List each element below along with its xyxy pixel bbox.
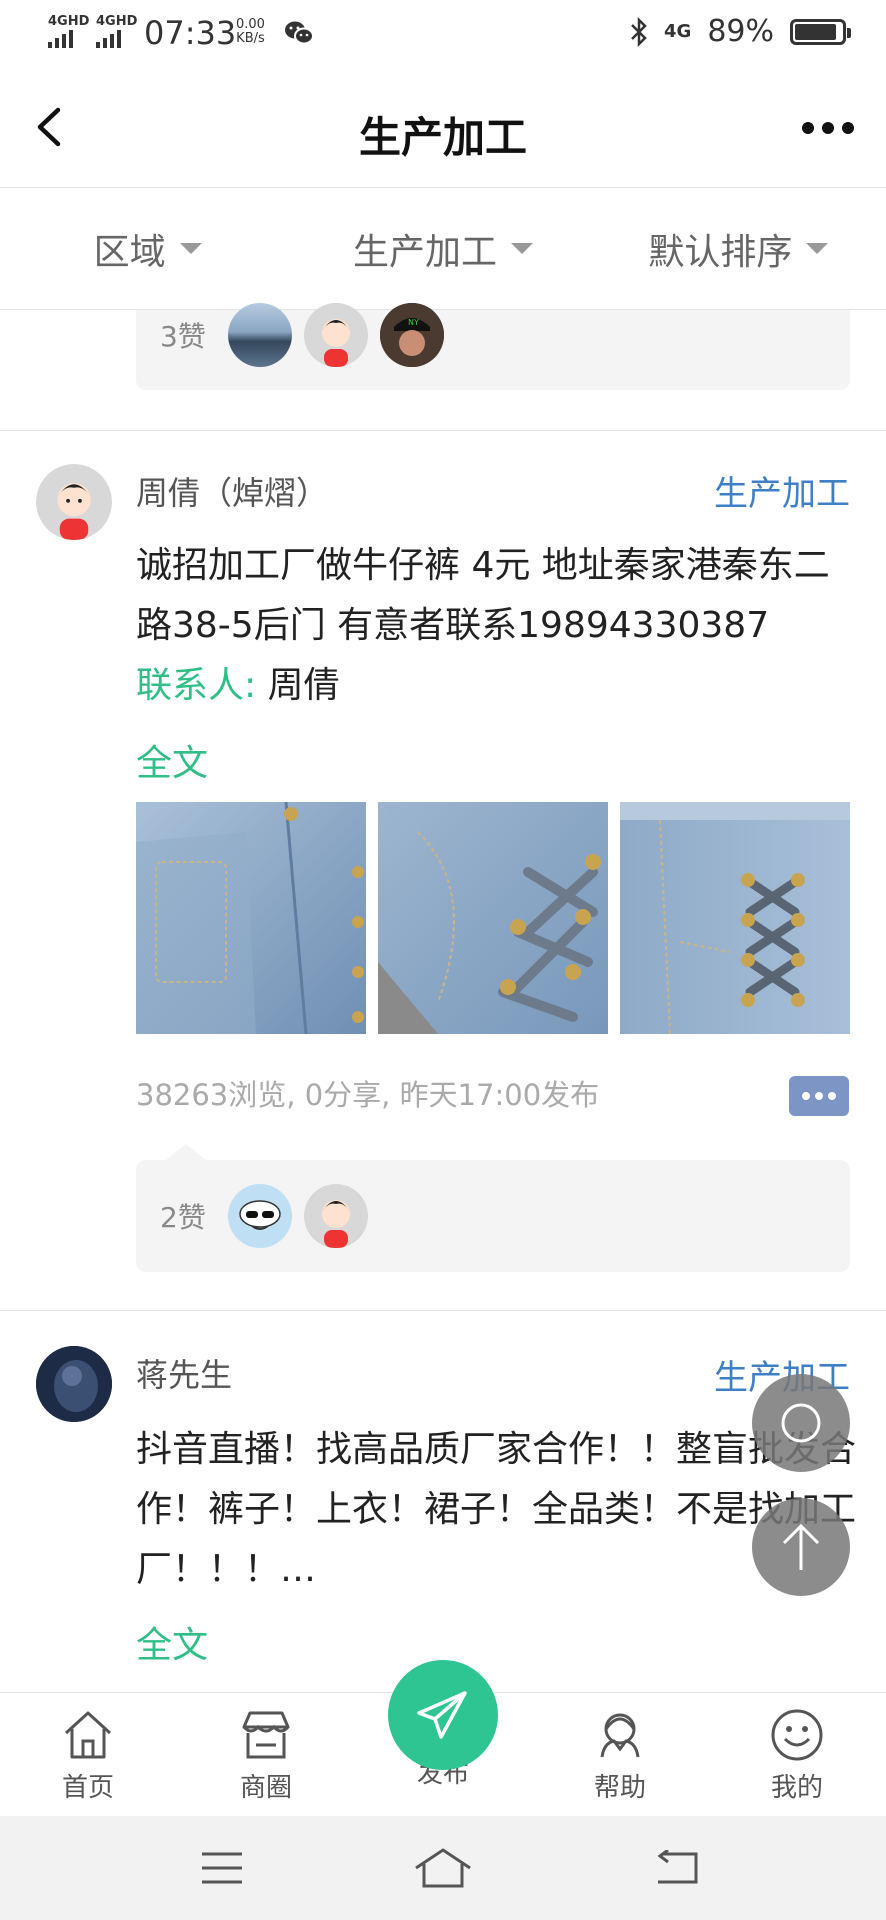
category-tag[interactable]: 生产加工 [714, 466, 850, 515]
back-to-top-button[interactable] [752, 1498, 850, 1596]
caret-down-icon [806, 243, 829, 254]
network-label-1: 4GHD [48, 14, 90, 29]
return-icon[interactable] [652, 1850, 700, 1886]
divider [0, 1310, 886, 1311]
filter-category-label: 生产加工 [352, 231, 497, 273]
liker-avatar[interactable] [228, 1184, 292, 1248]
publish-button[interactable] [388, 1660, 498, 1770]
filter-region-label: 区域 [93, 231, 166, 273]
post-image[interactable] [620, 802, 850, 1034]
signal-icon-2 [96, 30, 121, 48]
caret-down-icon [511, 243, 533, 254]
paper-plane-icon [417, 1691, 467, 1739]
post-likes-box: 2赞 [136, 1160, 850, 1272]
net-speed-value: 0.00 [236, 17, 265, 32]
author-name[interactable]: 周倩（焯熠） [136, 468, 328, 514]
post-text: 诚招加工厂做牛仔裤 4元 地址秦家港秦东二路38-5后门 有意者联系198943… [136, 545, 830, 646]
smiley-icon [771, 1709, 823, 1761]
liker-avatar[interactable] [304, 1184, 368, 1248]
author-name[interactable]: 蒋先生 [136, 1350, 232, 1396]
caret-down-icon [179, 243, 202, 254]
circle-icon [781, 1403, 821, 1443]
bluetooth-icon [631, 16, 647, 47]
svg-text:NY: NY [408, 318, 419, 327]
help-icon [600, 1713, 640, 1758]
menu-icon[interactable] [200, 1850, 244, 1886]
prev-likes-count: 3赞 [160, 320, 206, 353]
filter-region[interactable]: 区域 [0, 188, 295, 309]
tab-home-label: 首页 [61, 1773, 114, 1803]
post-image[interactable] [378, 802, 608, 1034]
author-avatar[interactable] [36, 1346, 112, 1422]
fulltext-link[interactable]: 全文 [136, 734, 208, 786]
home-nav-icon[interactable] [414, 1846, 472, 1890]
post-image[interactable] [136, 802, 366, 1034]
post-content: 诚招加工厂做牛仔裤 4元 地址秦家港秦东二路38-5后门 有意者联系198943… [136, 536, 856, 716]
prev-likes-box: 3赞 NY [136, 303, 850, 390]
tab-mine[interactable]: 我的 [737, 1707, 857, 1804]
signal-icon-1 [48, 30, 73, 48]
post-likes-count: 2赞 [160, 1201, 206, 1234]
tab-mall[interactable]: 商圈 [206, 1707, 326, 1804]
filter-sort-label: 默认排序 [648, 231, 793, 273]
contact-label: 联系人: [136, 665, 257, 706]
fulltext-link[interactable]: 全文 [136, 1616, 208, 1668]
tab-home[interactable]: 首页 [28, 1707, 148, 1804]
wechat-icon [285, 21, 314, 45]
post-meta: 38263浏览, 0分享, 昨天17:00发布 [136, 1078, 600, 1112]
liker-avatar[interactable] [304, 303, 368, 367]
contact-name: 周倩 [267, 665, 340, 706]
liker-avatar[interactable] [228, 303, 292, 367]
filter-category[interactable]: 生产加工 [295, 188, 590, 309]
tab-help-label: 帮助 [593, 1773, 646, 1803]
page-title: 生产加工 [358, 113, 527, 162]
filter-bar: 区域 生产加工 默认排序 [0, 188, 886, 310]
clock: 07:33 [144, 14, 237, 52]
tab-mine-label: 我的 [770, 1773, 823, 1803]
home-icon [64, 1711, 112, 1759]
contact-line: 联系人: 周倩 [136, 656, 856, 716]
arrow-up-icon [782, 1523, 820, 1570]
shop-icon [242, 1711, 290, 1759]
network-label-2: 4GHD [96, 14, 138, 29]
tab-help[interactable]: 帮助 [560, 1707, 680, 1804]
more-icon[interactable] [802, 122, 854, 134]
liker-avatar[interactable]: NY [380, 303, 444, 367]
divider [0, 430, 886, 431]
battery-percent: 89% [707, 14, 774, 49]
tab-mall-label: 商圈 [239, 1773, 292, 1803]
net-speed: 0.00 KB/s [236, 18, 265, 46]
network-label-3: 4G [664, 21, 692, 42]
filter-sort[interactable]: 默认排序 [591, 188, 886, 309]
post-content: 抖音直播！找高品质厂家合作！！整盲批发合作！裤子！上衣！裙子！全品类！不是找加工… [136, 1429, 857, 1590]
system-nav-bar [0, 1816, 886, 1920]
circle-float-button[interactable] [752, 1374, 850, 1472]
battery-icon [790, 18, 851, 45]
status-right: 4G 89% [630, 14, 851, 49]
likes-pointer [166, 1144, 206, 1160]
net-speed-unit: KB/s [236, 31, 265, 46]
status-bar: 4GHD 4GHD 07:33 0.00 KB/s 4G 89% [0, 0, 886, 70]
comment-icon[interactable] [789, 1076, 849, 1116]
nav-bar: 生产加工 [0, 70, 886, 188]
author-avatar[interactable] [36, 464, 112, 540]
